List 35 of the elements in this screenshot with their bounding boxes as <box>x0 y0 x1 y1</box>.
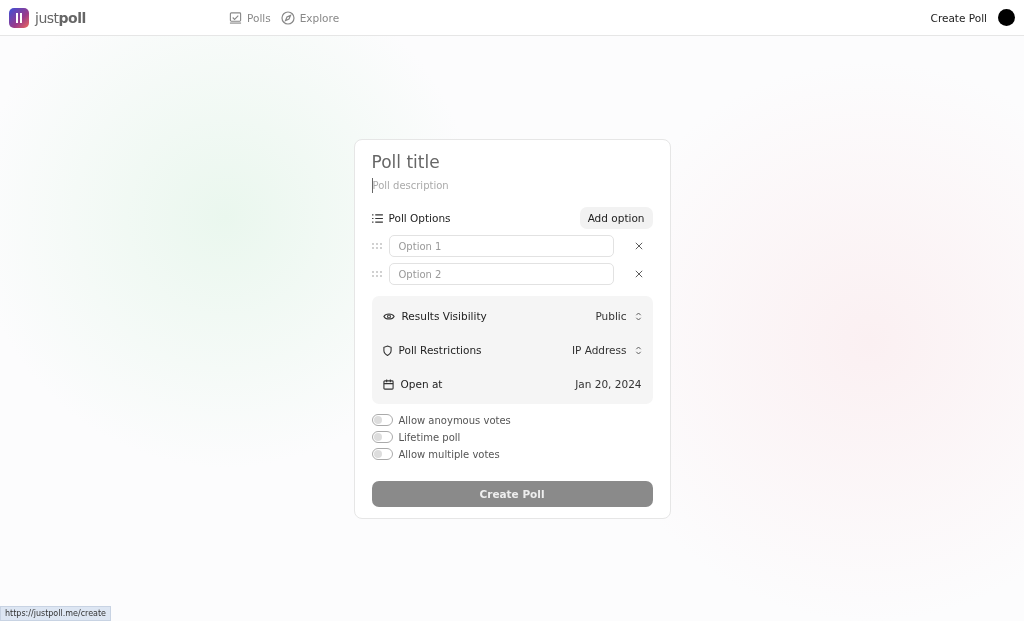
drag-handle-icon[interactable] <box>371 271 382 277</box>
toggle-switch[interactable] <box>371 414 393 426</box>
select-dropdown[interactable]: Public <box>595 310 642 322</box>
setting-label: Results Visibility <box>401 310 487 322</box>
section-heading: Poll Options <box>388 212 451 224</box>
drag-handle-icon[interactable] <box>371 243 382 249</box>
eye-icon <box>382 311 395 321</box>
option-field[interactable]: Option 2 <box>388 263 614 285</box>
shield-icon <box>382 344 392 356</box>
logo-icon <box>9 7 29 28</box>
calendar-icon <box>382 378 394 390</box>
list-icon <box>371 213 383 223</box>
close-icon[interactable] <box>634 242 643 250</box>
add-option-button[interactable]: Add option <box>579 207 653 229</box>
toggle-switch[interactable] <box>371 448 393 460</box>
toggle-switch[interactable] <box>371 431 393 443</box>
option-field[interactable]: Option 1 <box>388 235 614 257</box>
nav-link[interactable]: Explore <box>280 10 340 25</box>
logo-text[interactable]: justpoll <box>35 9 86 26</box>
select-dropdown[interactable]: IP Address <box>571 344 642 356</box>
toggle-label: Allow multiple votes <box>398 448 500 460</box>
setting-label: Open at <box>400 378 443 390</box>
create-poll-link[interactable]: Create Poll <box>930 11 987 24</box>
chevrons-icon <box>634 310 642 322</box>
nav-link[interactable]: Polls <box>229 10 271 25</box>
chevrons-icon <box>634 344 642 356</box>
date-picker[interactable]: Jan 20, 2024 <box>575 378 642 390</box>
compass-icon <box>280 10 295 25</box>
close-icon[interactable] <box>634 270 643 278</box>
setting-label: Poll Restrictions <box>398 344 482 356</box>
status-url: https://justpoll.me/create <box>0 606 112 621</box>
chart-icon <box>229 11 242 24</box>
toggle-label: Allow anoymous votes <box>398 414 511 426</box>
avatar[interactable] <box>998 9 1015 26</box>
toggle-label: Lifetime poll <box>398 431 461 443</box>
